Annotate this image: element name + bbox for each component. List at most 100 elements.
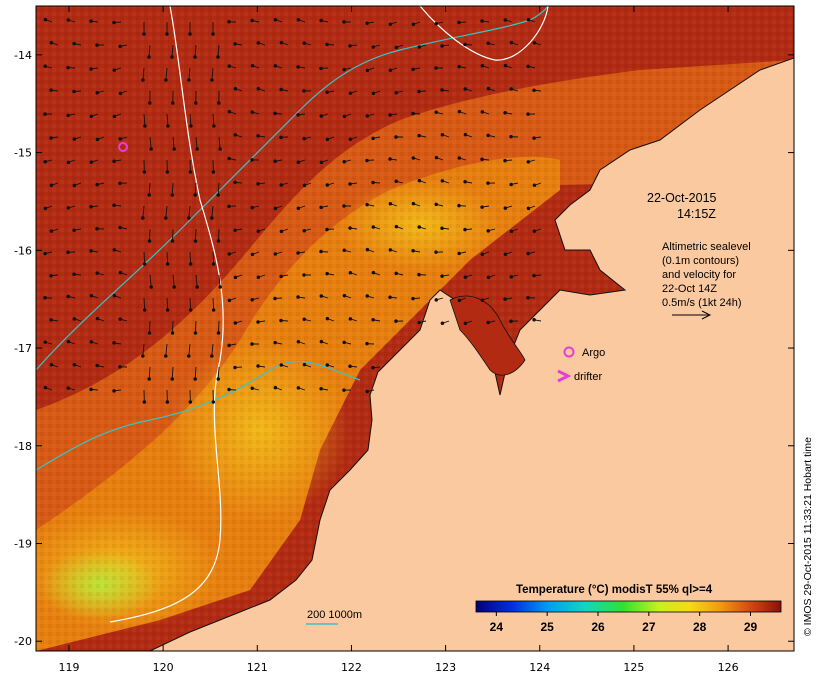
velocity-vector-head [279, 135, 283, 140]
velocity-vector-head [296, 160, 301, 164]
velocity-vector-head [532, 88, 536, 92]
velocity-vector-head [319, 66, 323, 71]
y-tick-label: -14 [14, 49, 32, 62]
velocity-vector-head [210, 216, 214, 220]
velocity-vector-head [273, 17, 278, 22]
velocity-vector-head [342, 67, 346, 72]
velocity-vector-head [342, 340, 346, 345]
velocity-vector-head [509, 134, 513, 139]
velocity-vector-head [66, 160, 71, 165]
colorbar [475, 600, 782, 613]
velocity-vector-head [394, 271, 398, 276]
velocity-vector-head [112, 248, 117, 252]
velocity-vector-head [365, 68, 370, 73]
velocity-vector-head [72, 272, 76, 277]
velocity-vector [189, 297, 192, 311]
velocity-vector-head [296, 206, 301, 210]
velocity-vector [172, 320, 174, 334]
velocity-vector-head [319, 294, 324, 298]
velocity-vector-head [89, 293, 94, 298]
velocity-vector-head [171, 101, 175, 105]
x-tick-label: 124 [529, 661, 550, 674]
velocity-vector-head [302, 228, 306, 233]
velocity-vector-head [193, 193, 197, 197]
velocity-vector-head [480, 205, 484, 209]
velocity-vector-head [273, 111, 277, 116]
velocity-vector-head [112, 68, 117, 72]
velocity-vector-head [302, 136, 306, 141]
velocity-vector-head [49, 274, 53, 278]
velocity-vector-head [193, 331, 198, 335]
velocity-vector-head [43, 385, 48, 390]
velocity-vector-head [89, 19, 93, 23]
velocity-vector-head [371, 45, 376, 49]
velocity-vector-head [89, 67, 93, 71]
velocity-vector-head [72, 317, 77, 321]
velocity-vector-head [233, 275, 238, 280]
velocity-vector-head [279, 318, 283, 323]
velocity-vector-head [217, 101, 221, 105]
velocity-vector-head [486, 181, 490, 185]
velocity-vector-head [193, 55, 197, 59]
velocity-vector-head [296, 17, 301, 22]
velocity-vector-head [394, 224, 399, 229]
velocity-vector-head [43, 251, 47, 256]
velocity-vector-head [66, 339, 71, 344]
x-tick-label: 122 [341, 661, 362, 674]
velocity-vector-head [273, 206, 278, 211]
velocity-vector-head [170, 377, 174, 381]
velocity-vector-head [325, 42, 329, 47]
velocity-vector-head [532, 318, 536, 322]
velocity-vector-head [463, 42, 467, 47]
velocity-vector-head [118, 91, 123, 96]
velocity-vector-head [509, 229, 514, 234]
velocity-vector-head [227, 298, 232, 303]
velocity-vector-head [348, 317, 353, 321]
velocity-vector-head [348, 364, 352, 368]
velocity-vector-head [342, 114, 347, 119]
velocity-vector-head [388, 113, 392, 117]
velocity-vector-head [279, 40, 284, 45]
velocity-vector-head [256, 134, 260, 138]
velocity-vector-head [165, 170, 170, 174]
velocity-vector-head [211, 262, 216, 266]
velocity-vector-head [112, 20, 116, 25]
velocity-vector-head [172, 285, 176, 289]
drifter-legend-label: drifter [574, 371, 602, 383]
velocity-vector-head [141, 78, 145, 82]
velocity-vector-head [486, 86, 491, 91]
velocity-vector-head [218, 147, 222, 151]
velocity-vector-head [457, 156, 462, 160]
colorbar-tick-label: 28 [693, 620, 707, 634]
velocity-vector-head [170, 239, 175, 243]
velocity-vector-head [411, 111, 415, 116]
velocity-vector-head [227, 156, 231, 161]
velocity-vector-head [95, 43, 99, 47]
velocity-vector-head [480, 64, 485, 68]
altimetry-line-2: (0.1m contours) [662, 255, 739, 267]
velocity-vector-head [172, 147, 176, 151]
velocity-vector-head [233, 180, 237, 185]
velocity-vector-head [95, 91, 99, 95]
velocity-vector-head [149, 147, 153, 151]
velocity-vector-head [112, 203, 116, 208]
y-tick-label: -15 [14, 147, 32, 160]
velocity-vector-head [319, 249, 323, 254]
velocity-vector-head [170, 55, 174, 59]
velocity-vector-head [89, 387, 93, 392]
velocity-vector-head [342, 293, 347, 298]
velocity-vector-head [72, 183, 77, 188]
velocity-vector-head [164, 216, 168, 220]
y-tick-label: -20 [14, 635, 32, 648]
velocity-vector-head [509, 40, 514, 45]
velocity-vector-head [279, 87, 283, 92]
velocity-vector-head [149, 285, 153, 289]
colorbar-tick-label: 27 [642, 620, 656, 634]
velocity-vector-head [166, 124, 170, 128]
altimetry-line-3: and velocity for [662, 269, 736, 281]
velocity-vector-head [165, 400, 170, 404]
velocity-vector-head [43, 206, 48, 211]
velocity-vector-head [434, 250, 438, 254]
velocity-vector-head [218, 285, 222, 289]
velocity-vector-head [388, 295, 392, 299]
